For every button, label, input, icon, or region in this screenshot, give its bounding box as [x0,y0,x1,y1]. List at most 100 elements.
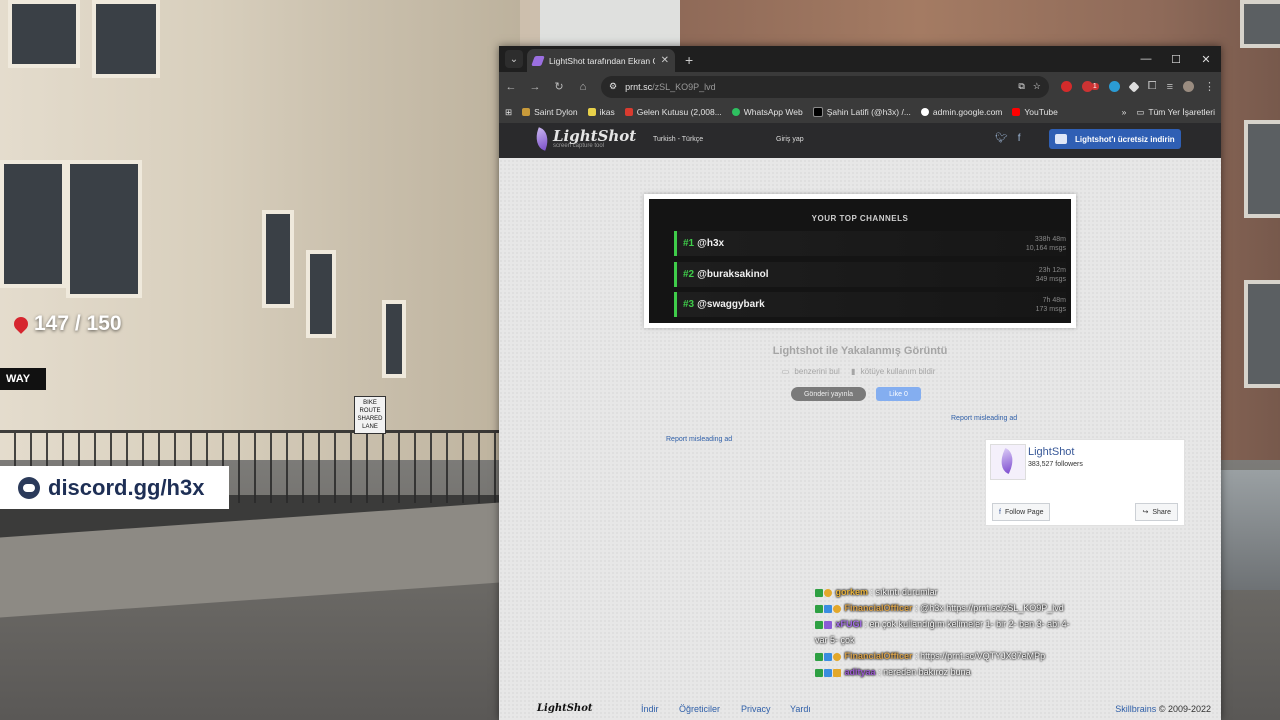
graffiti-wall [1220,470,1280,590]
fb-share-button[interactable]: ↪ Share [1135,503,1178,521]
page-footer: LightShot İndir Öğreticiler Privacy Yard… [499,698,1221,720]
window-controls: — ☐ ✕ [1131,46,1221,72]
copyright-text: © 2009-2022 [1158,704,1211,714]
fb-like-button[interactable]: Like 0 [876,387,921,401]
bookmark-item[interactable]: ikas [587,107,615,117]
bookmark-item[interactable]: Şahin Latifi (@h3x) /... [812,107,911,117]
all-bookmarks[interactable]: ▭ Tüm Yer İşaretleri [1136,107,1215,118]
window [1244,280,1280,388]
bookmark-item[interactable]: admin.google.com [920,107,1003,117]
badge-icon [815,652,823,661]
fb-page-name[interactable]: LightShot [1028,446,1074,458]
report-ad-link[interactable]: Report misleading ad [666,436,732,443]
bookmark-star-icon[interactable]: ☆ [1033,81,1041,92]
fb-share-label: Share [1152,508,1171,516]
channel-row: #2 @buraksakinol 23h 12m 349 msgs [674,262,1066,287]
channel-rank: #2 [683,269,695,280]
site-info-icon[interactable]: ⚙ [609,81,617,92]
facebook-icon[interactable]: f [1018,133,1021,144]
window [1244,120,1280,218]
report-ad-link[interactable]: Report misleading ad [951,415,1017,422]
facebook-page-widget: LightShot 383,527 followers f Follow Page… [985,439,1185,526]
channel-rank: #3 [683,299,695,310]
x-share-button[interactable]: Gönderi yayınla [791,387,866,401]
bookmark-item[interactable]: YouTube [1012,107,1058,117]
window [306,250,336,338]
close-tab-icon[interactable]: ✕ [661,55,669,66]
channel-stats: 23h 12m 349 msgs [1036,266,1066,284]
maximize-icon[interactable]: ☐ [1161,46,1191,72]
one-way-text: WAY [6,373,31,385]
channel-msgs: 173 msgs [1035,305,1066,313]
reload-icon[interactable]: ↻ [553,80,565,93]
tab-search-icon[interactable]: ⌄ [505,50,523,68]
bookmark-item[interactable]: Saint Dylon [522,107,578,117]
translate-icon[interactable] [1108,81,1120,92]
bookmark-label: admin.google.com [932,107,1003,117]
chat-text: : https://prnt.sc/VQTYJX37eMPp [915,651,1046,661]
language-select[interactable]: Turkish - Türkçe [653,136,703,143]
bookmark-item[interactable]: Gelen Kutusu (2,008... [624,107,722,117]
footer-link[interactable]: Öğreticiler [679,704,720,714]
fb-page-avatar[interactable] [990,444,1026,480]
badge-icon [824,620,832,629]
folder-icon: ▭ [1136,106,1145,117]
puzzle-icon[interactable]: ⧠ [1148,80,1157,93]
bookmark-label: Şahin Latifi (@h3x) /... [826,107,911,117]
tab-title: LightShot tarafından Ekran Görü [549,55,655,66]
channel-msgs: 349 msgs [1035,275,1066,283]
twitter-icon[interactable]: 🐦︎ [995,133,1008,144]
channel-time: 23h 12m [1038,266,1066,274]
extension-icon[interactable] [1060,81,1072,92]
menu-icon[interactable]: ⋮ [1204,80,1215,93]
chat-text: : @h3x https://prnt.sc/zSL_KO9P_lvd [915,603,1064,613]
feather-icon [532,127,552,151]
browser-toolbar: ← → ↻ ⌂ ⚙ prnt.sc/zSL_KO9P_lvd ⧉ ☆ 1 ⧠ ≡… [499,72,1221,101]
tab-lightshot[interactable]: LightShot tarafından Ekran Görü ✕ [527,49,675,72]
avatar[interactable] [1183,81,1194,92]
bookmark-label: Gelen Kutusu (2,008... [636,107,722,117]
more-bookmarks-icon[interactable]: » [1122,107,1127,117]
badge-icon [833,652,841,661]
fb-follow-button[interactable]: f Follow Page [992,503,1051,521]
back-icon[interactable]: ← [505,81,517,93]
report-abuse-link[interactable]: ▮ kötüye kullanım bildir [851,367,938,376]
channel-time: 7h 48m [1042,296,1066,304]
stream-chat: gorkem : sıkıntı durumlar FinancialOffic… [815,584,1075,680]
reading-list-icon[interactable]: ≡ [1167,81,1173,93]
bookmark-item[interactable]: WhatsApp Web [731,107,803,117]
top-channels-title: YOUR TOP CHANNELS [811,214,909,223]
bookmarks-right: » ▭ Tüm Yer İşaretleri [1122,107,1215,118]
bookmarks-bar: ⊞ Saint Dylon ikas Gelen Kutusu (2,008..… [499,101,1221,124]
new-tab-icon[interactable]: + [685,52,693,68]
footer-link[interactable]: Privacy [741,704,771,714]
window [0,160,66,288]
google-icon [920,108,929,116]
install-icon[interactable]: ⧉ [1018,81,1024,92]
download-button[interactable]: Lightshot'ı ücretsiz indirin [1049,129,1181,149]
minimize-icon[interactable]: — [1131,46,1161,72]
apps-icon[interactable]: ⊞ [505,107,512,118]
captured-screenshot[interactable]: YOUR TOP CHANNELS #1 @h3x 338h 48m 10,164… [644,194,1076,328]
login-link[interactable]: Giriş yap [776,136,804,143]
find-similar-link[interactable]: ▭ benzerini bul [782,367,843,376]
chat-text: : nereden bakıroz buna [878,667,971,677]
channel-stats: 338h 48m 10,164 msgs [1026,235,1066,253]
caption-links: ▭ benzerini bul ▮ kötüye kullanım bildir [499,367,1221,376]
channel-time: 338h 48m [1034,235,1066,243]
skillbrains-link[interactable]: Skillbrains [1115,704,1156,714]
lightshot-logo[interactable]: LightShot screen capture tool [532,127,637,151]
address-bar[interactable]: ⚙ prnt.sc/zSL_KO9P_lvd ⧉ ☆ [601,75,1049,98]
footer-link[interactable]: İndir [641,704,659,714]
footer-link[interactable]: Yardı [790,704,811,714]
footer-logo[interactable]: LightShot [537,703,593,714]
logo-name: LightShot [553,127,637,145]
diamond-extension-icon[interactable] [1128,80,1140,93]
close-window-icon[interactable]: ✕ [1191,46,1221,72]
forward-icon[interactable]: → [529,81,541,93]
chat-user: adityaa [844,667,876,677]
location-counter: 147 / 150 [11,312,122,336]
screenshot-content: YOUR TOP CHANNELS #1 @h3x 338h 48m 10,164… [649,199,1071,323]
chat-message: FinancialOfficer : https://prnt.sc/VQTYJ… [815,648,1075,664]
home-icon[interactable]: ⌂ [577,81,589,93]
